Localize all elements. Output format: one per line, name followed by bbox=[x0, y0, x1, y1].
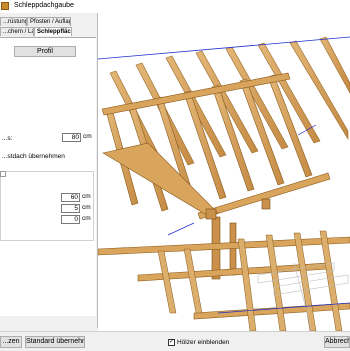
adopt-label: ...stdach übernehmen bbox=[2, 153, 65, 160]
reset-button[interactable]: ...zen bbox=[0, 336, 22, 348]
dormer-app-icon bbox=[1, 2, 9, 10]
tab-row-1: ...rüstung Pfosten / Auflager bbox=[0, 17, 97, 26]
ridge-line bbox=[98, 36, 350, 60]
standard-button[interactable]: Standard übernehmen bbox=[25, 336, 85, 348]
offset-input-1[interactable]: 60 bbox=[61, 193, 80, 202]
cancel-button[interactable]: Abbrech... bbox=[324, 336, 350, 348]
length-unit: cm bbox=[83, 133, 92, 140]
tab-laden[interactable]: ...chern / Laden bbox=[0, 27, 34, 36]
3d-viewport[interactable] bbox=[98, 13, 350, 331]
offset-unit-2: cm bbox=[82, 204, 91, 211]
settings-panel: ...rüstung Pfosten / Auflager ...chern /… bbox=[0, 13, 98, 328]
offset-input-3[interactable]: 0 bbox=[61, 215, 80, 224]
length-input[interactable]: 80 bbox=[62, 133, 81, 142]
panel-content: Profil ...s: 80 cm ...stdach übernehmen … bbox=[0, 37, 96, 316]
offset-group: 60 cm 5 cm 0 cm bbox=[0, 171, 94, 241]
offset-input-2[interactable]: 5 bbox=[61, 204, 80, 213]
tab-schleppflaeche[interactable]: Schleppfläche bbox=[34, 27, 72, 36]
window-title: Schleppdachgaube bbox=[14, 2, 74, 9]
offset-unit-3: cm bbox=[82, 215, 91, 222]
title-bar: Schleppdachgaube bbox=[0, 0, 350, 14]
woods-checkbox[interactable]: ✓ bbox=[168, 339, 175, 346]
tab-ruestung[interactable]: ...rüstung bbox=[0, 17, 27, 26]
profil-button[interactable]: Profil bbox=[14, 46, 76, 57]
tab-row-2: ...chern / Laden Schleppfläche bbox=[0, 27, 97, 36]
woods-checkbox-label: Hölzer einblenden bbox=[177, 339, 230, 346]
roof-model-drawing bbox=[98, 36, 350, 331]
bottom-toolbar: ...zen Standard übernehmen ✓ Hölzer einb… bbox=[0, 331, 350, 351]
length-label: ...s: bbox=[2, 135, 13, 142]
offset-unit-1: cm bbox=[82, 193, 91, 200]
tab-pfosten-auflager[interactable]: Pfosten / Auflager bbox=[27, 17, 71, 26]
group-expand-icon[interactable] bbox=[0, 171, 6, 177]
